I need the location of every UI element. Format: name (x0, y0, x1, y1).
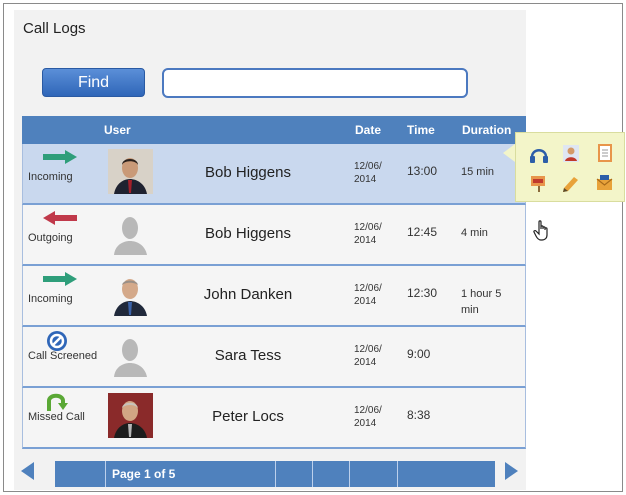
popup-pointer (503, 144, 515, 162)
call-date: 12/06/ 2014 (354, 161, 382, 185)
user-name: Sara Tess (214, 347, 282, 364)
table-row[interactable]: Missed Call Peter Locs 12/06/ 2014 8:38 (22, 388, 526, 449)
outgoing-arrow-icon (43, 211, 77, 225)
call-type: Incoming (28, 293, 73, 305)
pager-cell (275, 461, 276, 487)
user-name: John Danken (203, 286, 293, 303)
pager-cell (312, 461, 313, 487)
call-duration: 15 min (461, 166, 495, 178)
call-type: Missed Call (28, 411, 85, 423)
call-date: 12/06/ 2014 (354, 222, 382, 246)
page-title: Call Logs (23, 20, 86, 37)
call-time: 9:00 (407, 347, 431, 361)
table-header: User Date Time Duration (22, 116, 526, 144)
call-type: Outgoing (28, 232, 73, 244)
user-name: Bob Higgens (205, 164, 291, 181)
call-time: 8:38 (407, 408, 431, 422)
call-time: 12:45 (407, 225, 438, 239)
previous-page-icon[interactable] (21, 462, 34, 480)
avatar[interactable] (108, 210, 153, 255)
call-duration: 1 hour 5 min (461, 288, 502, 316)
pagination-bar: Page 1 of 5 (55, 461, 495, 487)
call-date: 12/06/ 2014 (354, 405, 382, 429)
avatar[interactable] (108, 393, 153, 438)
column-header-duration[interactable]: Duration (462, 123, 511, 137)
find-button[interactable]: Find (42, 68, 145, 97)
column-header-date[interactable]: Date (355, 123, 381, 137)
user-name: Peter Locs (212, 408, 284, 425)
call-log-table: User Date Time Duration Incoming Bob Hig… (22, 116, 526, 449)
next-page-icon[interactable] (505, 462, 518, 480)
table-row[interactable]: Incoming John Danken 12/06/ 2014 12:30 1… (22, 266, 526, 327)
table-row[interactable]: Call Screened Sara Tess 12/06/ 2014 9:00 (22, 327, 526, 388)
notes-icon[interactable] (595, 143, 615, 163)
user-name: Bob Higgens (205, 225, 291, 242)
flag-icon[interactable] (529, 173, 549, 193)
table-row[interactable]: Outgoing Bob Higgens 12/06/ 2014 12:45 4… (22, 205, 526, 266)
avatar[interactable] (108, 332, 153, 377)
table-row[interactable]: Incoming Bob Higgens 12/06/ 2014 13:00 1… (22, 144, 526, 205)
avatar[interactable] (108, 149, 153, 194)
call-duration: 4 min (461, 227, 488, 239)
search-input[interactable] (162, 68, 468, 98)
hand-cursor-icon (533, 220, 548, 241)
edit-icon[interactable] (561, 173, 581, 193)
avatar[interactable] (108, 271, 153, 316)
call-type: Call Screened (28, 350, 98, 362)
call-time: 12:30 (407, 286, 438, 300)
column-header-user[interactable]: User (104, 123, 131, 137)
headset-icon[interactable] (529, 145, 549, 165)
column-header-time[interactable]: Time (407, 123, 435, 137)
contact-icon[interactable] (561, 143, 581, 163)
pager-cell (349, 461, 350, 487)
incoming-arrow-icon (43, 272, 77, 286)
row-actions-popup (515, 132, 625, 202)
call-date: 12/06/ 2014 (354, 344, 382, 368)
incoming-arrow-icon (43, 150, 77, 164)
call-type: Incoming (28, 171, 73, 183)
pager-cell (397, 461, 398, 487)
call-time: 13:00 (407, 164, 438, 178)
mail-icon[interactable] (595, 173, 615, 193)
call-date: 12/06/ 2014 (354, 283, 382, 307)
page-indicator: Page 1 of 5 (112, 467, 176, 481)
